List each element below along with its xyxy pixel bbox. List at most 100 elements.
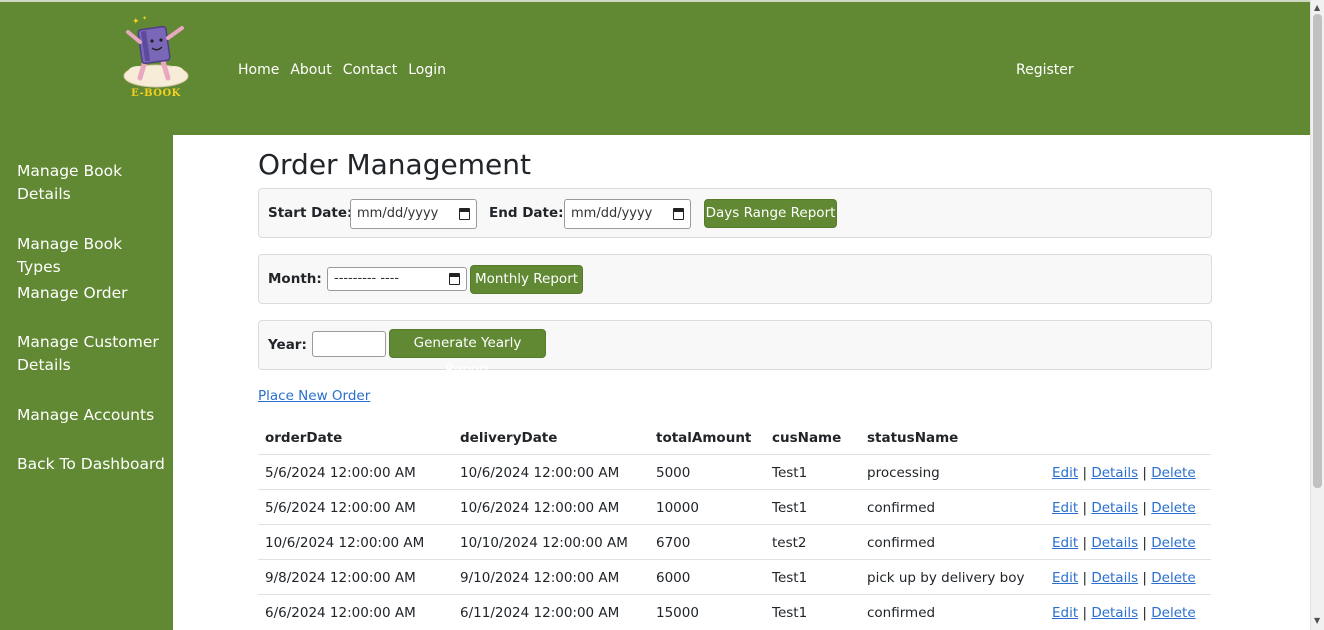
customer-name-cell: test2 — [772, 535, 807, 551]
logo-text: E-BOOK — [131, 88, 181, 99]
details-link[interactable]: Details — [1091, 535, 1138, 551]
svg-text:✦: ✦ — [132, 17, 140, 27]
edit-link[interactable]: Edit — [1052, 570, 1078, 586]
action-separator: | — [1142, 605, 1147, 621]
year-label: Year: — [268, 337, 307, 353]
year-input[interactable] — [312, 331, 386, 357]
action-separator: | — [1082, 500, 1088, 516]
svg-text:✦: ✦ — [142, 15, 147, 22]
status-name-cell: pick up by delivery boy — [867, 570, 1025, 586]
sidebar-item-manage-order[interactable]: Manage Order — [17, 282, 167, 305]
status-name-cell: confirmed — [867, 535, 936, 551]
customer-name-cell: Test1 — [772, 605, 808, 621]
ebook-logo[interactable]: ✦ ✦ E-BOOK — [116, 14, 196, 104]
row-divider — [258, 524, 1211, 525]
delivery-date-cell: 6/11/2024 12:00:00 AM — [460, 605, 620, 621]
details-link[interactable]: Details — [1091, 605, 1138, 621]
yearly-panel: Year: Generate Yearly Report — [258, 320, 1212, 378]
sidebar-item-manage-accounts[interactable]: Manage Accounts — [17, 404, 167, 427]
order-date-cell: 5/6/2024 12:00:00 AM — [265, 465, 416, 481]
month-input[interactable]: --------- ---- — [327, 267, 467, 291]
start-date-value: mm/dd/yyyy — [357, 206, 439, 221]
row-actions: Edit | Details | Delete — [1052, 605, 1196, 621]
column-header-totalamount: totalAmount — [656, 430, 752, 446]
delivery-date-cell: 10/6/2024 12:00:00 AM — [460, 500, 620, 516]
action-separator: | — [1082, 535, 1088, 551]
sidebar-item-manage-book-types[interactable]: Manage Book Types — [17, 233, 167, 279]
details-link[interactable]: Details — [1091, 500, 1138, 516]
delete-link[interactable]: Delete — [1151, 500, 1195, 516]
order-date-cell: 6/6/2024 12:00:00 AM — [265, 605, 416, 621]
edit-link[interactable]: Edit — [1052, 500, 1078, 516]
monthly-panel: Month: --------- ---- Monthly Report — [258, 254, 1212, 304]
action-separator: | — [1142, 465, 1147, 481]
status-name-cell: confirmed — [867, 605, 936, 621]
top-header: ✦ ✦ E-BOOK Home About Contact Login Regi… — [0, 0, 1310, 135]
nav-register[interactable]: Register — [1016, 62, 1074, 78]
nav-home[interactable]: Home — [238, 62, 279, 78]
row-actions: Edit | Details | Delete — [1052, 500, 1196, 516]
column-header-statusname: statusName — [867, 430, 959, 446]
scrollbar-thumb[interactable] — [1313, 14, 1322, 488]
nav-contact[interactable]: Contact — [343, 62, 397, 78]
delivery-date-cell: 9/10/2024 12:00:00 AM — [460, 570, 620, 586]
nav-login[interactable]: Login — [408, 62, 446, 78]
details-link[interactable]: Details — [1091, 570, 1138, 586]
sidebar-item-manage-customer-details[interactable]: Manage Customer Details — [17, 331, 167, 377]
action-separator: | — [1082, 570, 1088, 586]
days-range-report-button[interactable]: Days Range Report — [704, 199, 837, 228]
edit-link[interactable]: Edit — [1052, 535, 1078, 551]
status-name-cell: processing — [867, 465, 940, 481]
action-separator: | — [1082, 465, 1088, 481]
delete-link[interactable]: Delete — [1151, 605, 1195, 621]
calendar-icon[interactable] — [673, 208, 684, 220]
customer-name-cell: Test1 — [772, 570, 808, 586]
main-nav: Home About Contact Login — [238, 62, 457, 78]
start-date-label: Start Date: — [268, 205, 353, 221]
row-actions: Edit | Details | Delete — [1052, 570, 1196, 586]
sidebar-item-back-to-dashboard[interactable]: Back To Dashboard — [17, 453, 167, 476]
end-date-label: End Date: — [489, 205, 564, 221]
column-header-cusname: cusName — [772, 430, 842, 446]
delete-link[interactable]: Delete — [1151, 465, 1195, 481]
order-date-cell: 10/6/2024 12:00:00 AM — [265, 535, 425, 551]
total-amount-cell: 6000 — [656, 570, 691, 586]
calendar-icon[interactable] — [449, 273, 460, 285]
calendar-icon[interactable] — [459, 208, 470, 220]
scroll-down-arrow-icon[interactable]: ▼ — [1314, 616, 1320, 625]
delete-link[interactable]: Delete — [1151, 570, 1195, 586]
book-mascot-icon: ✦ ✦ — [123, 15, 189, 88]
place-new-order-link[interactable]: Place New Order — [258, 388, 370, 404]
total-amount-cell: 6700 — [656, 535, 691, 551]
sidebar: Manage Book Details Manage Book Types Ma… — [0, 135, 173, 630]
order-date-cell: 9/8/2024 12:00:00 AM — [265, 570, 416, 586]
delete-link[interactable]: Delete — [1151, 535, 1195, 551]
customer-name-cell: Test1 — [772, 500, 808, 516]
monthly-report-button[interactable]: Monthly Report — [470, 265, 583, 294]
start-date-input[interactable]: mm/dd/yyyy — [350, 199, 477, 229]
status-name-cell: confirmed — [867, 500, 936, 516]
action-separator: | — [1082, 605, 1088, 621]
row-divider — [258, 559, 1211, 560]
page-title: Order Management — [258, 148, 531, 181]
edit-link[interactable]: Edit — [1052, 605, 1078, 621]
action-separator: | — [1142, 535, 1147, 551]
scroll-up-arrow-icon[interactable]: ▲ — [1314, 3, 1320, 12]
details-link[interactable]: Details — [1091, 465, 1138, 481]
days-range-panel: Start Date: mm/dd/yyyy End Date: mm/dd/y… — [258, 188, 1212, 238]
generate-yearly-report-button[interactable]: Generate Yearly Report — [389, 329, 546, 378]
action-separator: | — [1142, 500, 1147, 516]
edit-link[interactable]: Edit — [1052, 465, 1078, 481]
action-separator: | — [1142, 570, 1147, 586]
row-actions: Edit | Details | Delete — [1052, 535, 1196, 551]
nav-about[interactable]: About — [290, 62, 331, 78]
column-header-deliverydate: deliveryDate — [460, 430, 558, 446]
delivery-date-cell: 10/10/2024 12:00:00 AM — [460, 535, 628, 551]
sidebar-item-manage-book-details[interactable]: Manage Book Details — [17, 160, 167, 206]
month-label: Month: — [268, 271, 322, 287]
vertical-scrollbar[interactable]: ▲ ▼ — [1310, 0, 1324, 630]
end-date-input[interactable]: mm/dd/yyyy — [564, 199, 691, 229]
delivery-date-cell: 10/6/2024 12:00:00 AM — [460, 465, 620, 481]
row-divider — [258, 489, 1211, 490]
column-header-orderdate: orderDate — [265, 430, 343, 446]
